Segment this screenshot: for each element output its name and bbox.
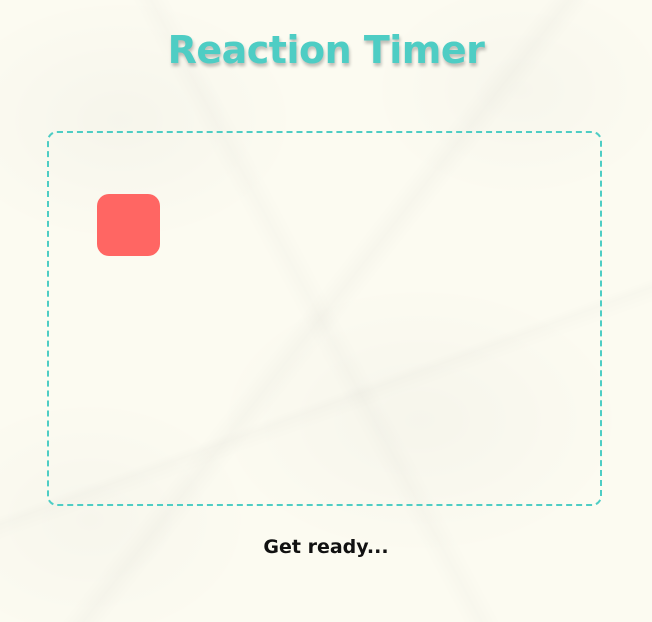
page-title: Reaction Timer — [167, 28, 485, 72]
status-message: Get ready... — [263, 536, 389, 558]
game-area[interactable] — [47, 131, 602, 506]
reaction-target[interactable] — [97, 194, 160, 256]
